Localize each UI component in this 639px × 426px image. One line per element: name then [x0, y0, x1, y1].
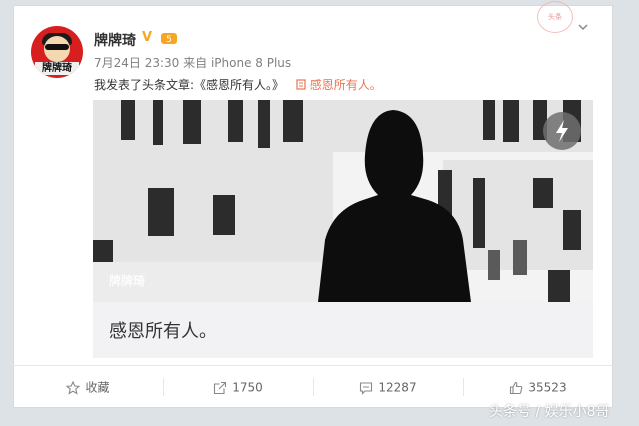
action-divider — [13, 365, 613, 366]
level-badge-icon: 5 — [161, 33, 177, 45]
article-icon — [296, 79, 306, 90]
article-title: 感恩所有人。 — [109, 321, 217, 342]
level-badge-text: 5 — [166, 35, 172, 45]
share-icon — [214, 381, 227, 394]
repost-count: 1750 — [232, 380, 263, 395]
image-watermark: 牌牌琦 — [109, 274, 146, 288]
comment-icon — [360, 381, 373, 395]
post-meta: 7月24日 23:30 来自 iPhone 8 Plus — [94, 54, 291, 71]
chevron-down-icon[interactable] — [578, 22, 588, 32]
like-count: 35523 — [528, 380, 567, 395]
timestamp[interactable]: 7月24日 23:30 — [94, 56, 179, 70]
stamp-watermark: 头条 — [537, 1, 573, 33]
lightning-icon[interactable] — [543, 112, 581, 150]
thumbs-up-icon — [510, 381, 523, 394]
favorite-button[interactable]: 收藏 — [13, 372, 163, 402]
post-text-row: 我发表了头条文章:《感恩所有人。》 感恩所有人。 — [94, 76, 382, 93]
article-card[interactable]: 感恩所有人。 — [93, 302, 593, 358]
comment-button[interactable]: 12287 — [313, 372, 463, 402]
article-link-text: 感恩所有人。 — [309, 78, 382, 92]
article-cover-image[interactable] — [93, 100, 593, 302]
verified-badge: V — [142, 30, 153, 45]
comment-count: 12287 — [378, 380, 417, 395]
source-credit: 头条号 / 娱乐小8哥 — [489, 404, 610, 420]
repost-button[interactable]: 1750 — [163, 372, 313, 402]
article-link[interactable]: 感恩所有人。 — [296, 78, 382, 92]
favorite-label: 收藏 — [85, 380, 110, 395]
post-source: 来自 iPhone 8 Plus — [183, 56, 292, 70]
like-button[interactable]: 35523 — [463, 372, 613, 402]
avatar-label: 牌牌琦 — [35, 62, 79, 75]
post-text: 我发表了头条文章:《感恩所有人。》 — [94, 78, 285, 92]
author-name[interactable]: 牌牌琦 — [94, 30, 136, 50]
star-icon — [66, 380, 81, 395]
avatar[interactable]: 牌牌琦 — [31, 26, 83, 78]
